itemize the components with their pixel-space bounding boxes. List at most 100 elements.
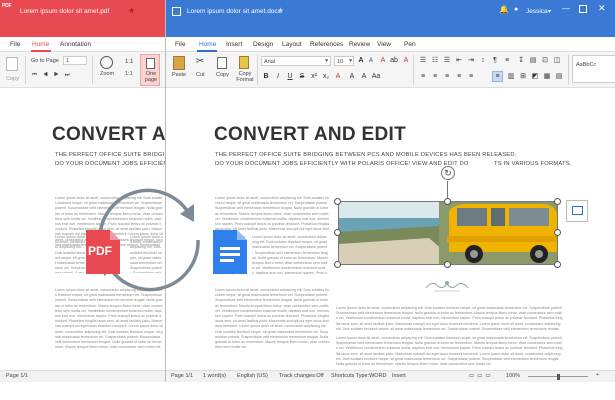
doc-menu-file[interactable]: File xyxy=(175,41,185,48)
doc-menu-layout[interactable]: Layout xyxy=(282,41,302,48)
resize-handle-se[interactable] xyxy=(554,261,561,268)
one-page-button[interactable]: One page xyxy=(140,54,160,86)
doc-menu-home[interactable]: Home xyxy=(199,41,216,48)
numbered-list-icon[interactable]: ☷ xyxy=(430,56,440,66)
chevron-down-icon[interactable]: ▾ xyxy=(548,8,551,15)
minimize-icon[interactable]: — xyxy=(562,4,570,13)
border-icon[interactable]: ⊞ xyxy=(518,72,528,82)
doc-status-bar: Page 1/1 1 word(s) English (US) Track ch… xyxy=(166,370,615,382)
align-justify-active-icon[interactable]: ≡ xyxy=(492,71,503,82)
zoom-icon[interactable] xyxy=(100,56,113,69)
doc-menu-references[interactable]: References xyxy=(310,41,343,48)
fill-icon[interactable]: ◩ xyxy=(530,72,540,82)
doc-menu-pen[interactable]: Pen xyxy=(404,41,416,48)
justify-icon[interactable]: ≡ xyxy=(454,72,464,82)
copy-label: Copy xyxy=(216,72,229,78)
grow-font-icon[interactable]: A xyxy=(356,56,366,66)
layout-options-icon[interactable] xyxy=(566,200,588,222)
strikethrough-icon[interactable]: S xyxy=(297,72,307,82)
user-name[interactable]: Jessica xyxy=(526,8,548,15)
doc-body-text-5: Lorem ipsum dolor sit amet, consectetur … xyxy=(336,306,563,330)
copy-icon[interactable] xyxy=(217,57,227,69)
multilevel-list-icon[interactable]: ☰ xyxy=(442,56,452,66)
change-case-icon[interactable]: Aa xyxy=(371,72,381,82)
pdf-menu-file[interactable]: File xyxy=(10,41,20,48)
doc-menu-insert[interactable]: Insert xyxy=(226,41,242,48)
resize-handle-s[interactable] xyxy=(444,261,451,268)
pdf-title-bar xyxy=(0,0,165,37)
border-settings-icon[interactable]: ⊡ xyxy=(540,56,550,66)
close-icon[interactable]: ✕ xyxy=(598,3,606,14)
zoom-in-icon[interactable]: + xyxy=(596,372,599,378)
notification-icon[interactable]: 🔔 xyxy=(499,5,509,14)
doc-body-text-1: Lorem ipsum dolor sit amet, consectetur … xyxy=(215,196,330,232)
pdf-status-bar: Page 1/1 xyxy=(0,370,165,382)
view-mode-icons[interactable]: ▭▭▭ xyxy=(469,373,494,379)
align-left-icon[interactable]: ≡ xyxy=(418,72,428,82)
show-marks-icon[interactable]: ¶ xyxy=(490,56,500,66)
style-gallery[interactable]: AaBbCc xyxy=(572,55,615,83)
user-icon[interactable]: ● xyxy=(514,6,518,13)
increase-indent-icon[interactable]: ⇥ xyxy=(466,56,476,66)
char-spacing-icon[interactable]: A xyxy=(347,72,357,82)
text-color-icon[interactable]: A xyxy=(378,56,388,66)
star-icon[interactable]: ★ xyxy=(277,6,284,15)
resize-handle-e[interactable] xyxy=(554,229,561,236)
star-icon[interactable]: ★ xyxy=(128,6,135,15)
highlight-icon[interactable]: ab xyxy=(389,56,399,66)
zoom-slider-thumb[interactable] xyxy=(557,374,560,380)
align-right-icon[interactable]: ≡ xyxy=(442,72,452,82)
shrink-font-icon[interactable]: A xyxy=(366,56,376,66)
font-select[interactable]: Arial ▾ xyxy=(261,56,331,66)
format-painter-icon[interactable] xyxy=(239,56,249,69)
doc-menu-design[interactable]: Design xyxy=(253,41,273,48)
copy-icon[interactable] xyxy=(6,57,18,71)
cut-icon[interactable]: ✂ xyxy=(196,56,204,67)
resize-handle-n[interactable] xyxy=(444,198,451,205)
page-number-input[interactable]: 1 xyxy=(63,56,87,65)
font-size-select[interactable]: 10 ▾ xyxy=(334,56,354,66)
paste-icon[interactable] xyxy=(173,56,185,70)
actual-size-icon[interactable]: 1:1 xyxy=(125,59,133,65)
italic-icon[interactable]: I xyxy=(273,72,283,82)
doc-menu-view[interactable]: View xyxy=(377,41,391,48)
resize-handle-nw[interactable] xyxy=(334,198,341,205)
pdf-menu-annotation[interactable]: Annotation xyxy=(60,41,91,48)
bold-icon[interactable]: B xyxy=(261,72,271,82)
shading-settings-icon[interactable]: ◫ xyxy=(552,56,562,66)
van-image xyxy=(339,202,557,264)
doc-heading: CONVERT AND EDIT xyxy=(214,124,406,145)
zoom-label: Zoom xyxy=(100,71,115,77)
distribute-icon[interactable]: ≡ xyxy=(466,72,476,82)
shading-icon[interactable]: A xyxy=(359,72,369,82)
maximize-icon[interactable] xyxy=(579,5,587,13)
paragraph-dialog-icon[interactable]: ▤ xyxy=(554,72,564,82)
para-settings-icon[interactable]: ▤ xyxy=(528,56,538,66)
superscript-icon[interactable]: x² xyxy=(309,72,319,82)
text-direction-icon[interactable]: ↧ xyxy=(516,56,526,66)
font-color-icon[interactable]: A xyxy=(333,72,343,82)
bullet-list-icon[interactable]: ☰ xyxy=(418,56,428,66)
clear-format-icon[interactable]: A xyxy=(401,56,411,66)
resize-handle-sw[interactable] xyxy=(334,261,341,268)
doc-window: Lorem ipsum dolor sit amet.docx ★ 🔔 ● Je… xyxy=(165,0,615,382)
sort-icon[interactable]: ↕ xyxy=(478,56,488,66)
doc-ribbon: Paste ✂ Cut Copy Copy Format Arial ▾ 10 … xyxy=(166,52,615,88)
subscript-icon[interactable]: x₂ xyxy=(321,72,331,82)
align-center-icon[interactable]: ≡ xyxy=(430,72,440,82)
pdf-menu-home[interactable]: Home xyxy=(32,41,49,48)
page-nav-arrows[interactable]: ⏮◀▶⏭ xyxy=(32,72,76,79)
pdf-app-icon: PDF xyxy=(2,3,12,9)
selected-image-frame[interactable] xyxy=(338,201,558,265)
rotate-icon[interactable]: ↻ xyxy=(441,166,455,180)
resize-handle-ne[interactable] xyxy=(554,198,561,205)
decrease-indent-icon[interactable]: ⇤ xyxy=(454,56,464,66)
doc-menu-review[interactable]: Review xyxy=(349,41,370,48)
column-icon[interactable]: ▥ xyxy=(506,72,516,82)
resize-handle-w[interactable] xyxy=(334,229,341,236)
grid-menu-icon[interactable] xyxy=(172,7,181,16)
rotate-stem xyxy=(447,181,448,198)
table-icon[interactable]: ▦ xyxy=(542,72,552,82)
underline-icon[interactable]: U xyxy=(285,72,295,82)
line-spacing-icon[interactable]: ≡ xyxy=(502,56,512,66)
